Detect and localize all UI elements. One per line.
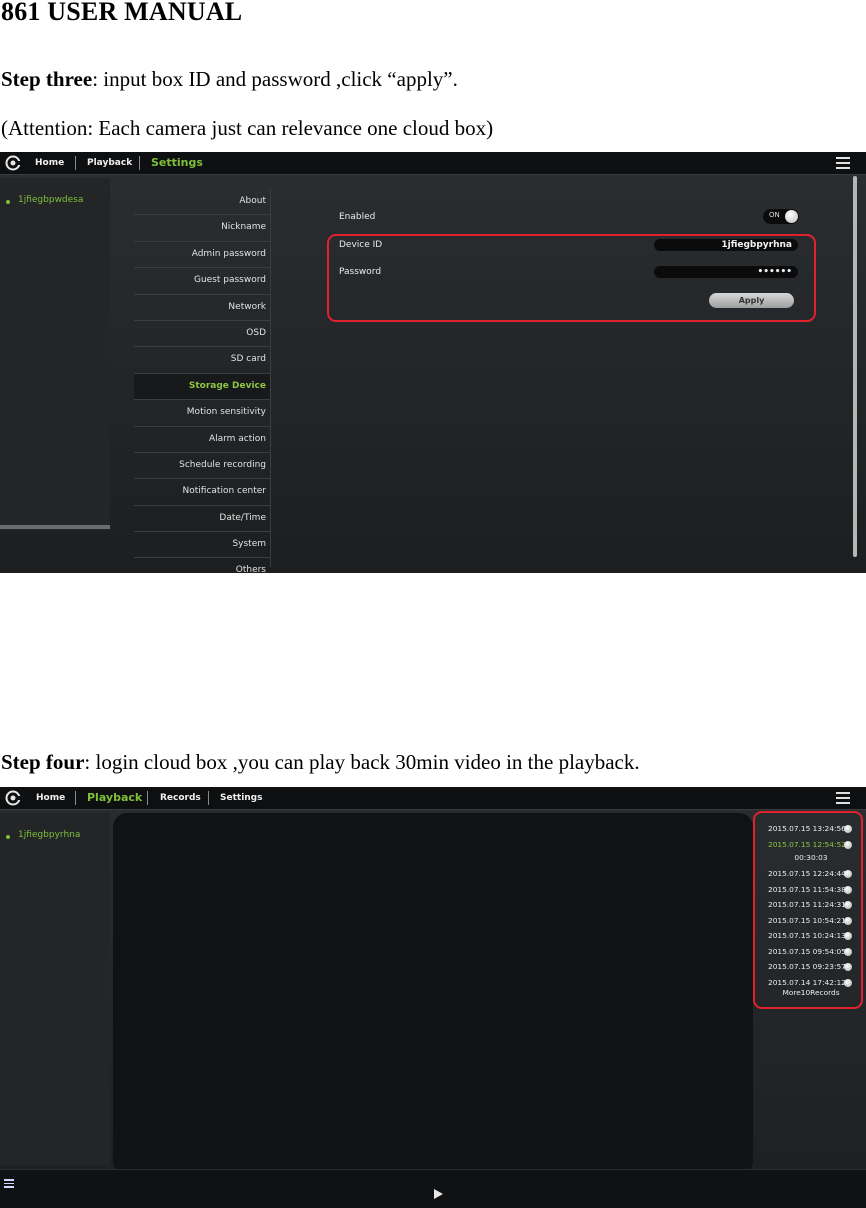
menu-item-guest-password[interactable]: Guest password [134, 268, 270, 295]
menu-item-motion-sensitivity[interactable]: Motion sensitivity [134, 400, 270, 427]
record-select-icon [844, 916, 852, 925]
nav-divider [208, 791, 209, 805]
list-icon[interactable] [4, 1179, 14, 1188]
record-timestamp: 2015.07.15 12:24:44 [768, 869, 846, 878]
menu-item-date-time[interactable]: Date/Time [134, 506, 270, 533]
menu-item-admin-password[interactable]: Admin password [134, 242, 270, 269]
nav-home[interactable]: Home [36, 787, 65, 809]
nav-home[interactable]: Home [35, 152, 64, 174]
menu-item-osd[interactable]: OSD [134, 321, 270, 348]
menu-item-alarm-action[interactable]: Alarm action [134, 427, 270, 453]
record-select-icon [844, 870, 852, 878]
record-item[interactable]: 2015.07.15 13:24:56 [768, 821, 854, 837]
settings-screenshot: Home Playback Settings 1jfiegbpwdesa Abo… [0, 152, 866, 573]
settings-menu: About Nickname Admin password Guest pass… [134, 189, 270, 573]
online-status-dot-icon [6, 200, 10, 204]
record-item[interactable]: 2015.07.15 10:24:13 [768, 928, 854, 944]
step-four-paragraph: Step four: login cloud box ,you can play… [1, 750, 640, 775]
record-timestamp: 2015.07.15 09:54:05 [768, 946, 846, 956]
device-list-item[interactable]: 1jfiegbpyrhna [18, 830, 80, 840]
device-list-panel [0, 178, 110, 530]
record-timestamp: 2015.07.15 09:23:57 [768, 962, 846, 971]
play-icon[interactable] [434, 1189, 443, 1199]
record-select-icon [844, 978, 852, 987]
menu-item-network[interactable]: Network [134, 295, 270, 321]
device-list-item[interactable]: 1jfiegbpwdesa [18, 195, 83, 205]
apply-button[interactable]: Apply [709, 293, 794, 308]
nav-settings[interactable]: Settings [220, 787, 262, 809]
step-four-text: : login cloud box ,you can play back 30m… [84, 750, 640, 774]
online-status-dot-icon [6, 835, 10, 839]
attention-note: (Attention: Each camera just can relevan… [1, 116, 494, 140]
record-item[interactable]: 2015.07.15 12:24:44 [768, 866, 854, 882]
menu-item-nickname[interactable]: Nickname [134, 215, 270, 242]
menu-item-system[interactable]: System [134, 532, 270, 559]
record-select-icon [844, 825, 852, 833]
record-item-selected[interactable]: 2015.07.15 12:54:52 [768, 837, 854, 853]
toggle-state-text: ON [769, 211, 780, 219]
nav-divider [139, 156, 140, 170]
menu-item-schedule-recording[interactable]: Schedule recording [134, 453, 270, 480]
record-timestamp: 2015.07.15 13:24:56 [768, 824, 846, 833]
step-three-label: Step three [1, 67, 93, 91]
top-nav-bar: Home Playback Records Settings [0, 787, 866, 810]
step-four-label: Step four [1, 750, 85, 774]
record-item[interactable]: 2015.07.15 10:54:21 [768, 913, 854, 929]
menu-item-others[interactable]: Others [134, 558, 270, 573]
app-logo-icon [5, 155, 21, 171]
app-logo-icon [5, 790, 21, 806]
toggle-knob [785, 210, 798, 223]
video-player[interactable] [113, 813, 753, 1175]
device-id-label: Device ID [339, 240, 383, 250]
record-item[interactable]: 2015.07.15 11:54:38 [768, 882, 854, 898]
nav-records[interactable]: Records [160, 787, 201, 809]
menu-item-notification-center[interactable]: Notification center [134, 479, 270, 506]
record-select-icon [844, 947, 852, 956]
password-label: Password [339, 267, 382, 277]
record-select-icon [844, 963, 852, 971]
menu-item-storage-device[interactable]: Storage Device [134, 373, 270, 401]
nav-settings[interactable]: Settings [151, 152, 203, 174]
record-select-icon [844, 885, 852, 894]
nav-divider [75, 791, 76, 805]
menu-item-sd-card[interactable]: SD card [134, 347, 270, 374]
more-records-link[interactable]: More10Records [768, 988, 854, 997]
menu-item-about[interactable]: About [134, 189, 270, 216]
hamburger-menu-icon[interactable] [836, 792, 850, 804]
hamburger-menu-icon[interactable] [836, 157, 850, 169]
step-three-text: : input box ID and password ,click “appl… [92, 67, 458, 91]
manual-title: 861 USER MANUAL [1, 0, 243, 26]
device-list-panel [0, 813, 110, 1165]
menu-divider [270, 189, 271, 567]
record-select-icon [844, 932, 852, 940]
settings-scrollbar[interactable] [853, 176, 857, 557]
enabled-label: Enabled [339, 212, 376, 222]
record-timestamp: 2015.07.15 11:54:38 [768, 884, 846, 894]
record-timestamp: 2015.07.15 12:54:52 [768, 840, 846, 849]
record-select-icon [844, 901, 852, 909]
record-duration: 00:30:03 [794, 853, 828, 862]
record-item[interactable]: 2015.07.15 09:54:05 [768, 944, 854, 960]
enabled-toggle[interactable]: ON [763, 209, 799, 224]
nav-divider [75, 156, 76, 170]
device-id-field[interactable]: 1jfiegbpyrhna [654, 239, 798, 251]
nav-playback[interactable]: Playback [87, 787, 142, 809]
record-timestamp: 2015.07.14 17:42:12 [768, 977, 846, 987]
playback-screenshot: Home Playback Records Settings 1jfiegbpy… [0, 787, 866, 1208]
record-select-icon [844, 841, 852, 849]
nav-divider [147, 791, 148, 805]
record-item[interactable]: 2015.07.15 11:24:31 [768, 897, 854, 913]
nav-playback[interactable]: Playback [87, 152, 132, 174]
record-timestamp: 2015.07.15 11:24:31 [768, 900, 846, 909]
record-timestamp: 2015.07.15 10:24:13 [768, 931, 846, 940]
step-three-paragraph: Step three: input box ID and password ,c… [1, 67, 458, 92]
password-field[interactable]: •••••• [654, 266, 798, 278]
top-nav-bar: Home Playback Settings [0, 152, 866, 175]
device-panel-scrollbar[interactable] [0, 525, 110, 529]
playback-control-bar [0, 1169, 866, 1208]
record-timestamp: 2015.07.15 10:54:21 [768, 915, 846, 925]
record-item[interactable]: 2015.07.15 09:23:57 [768, 959, 854, 975]
